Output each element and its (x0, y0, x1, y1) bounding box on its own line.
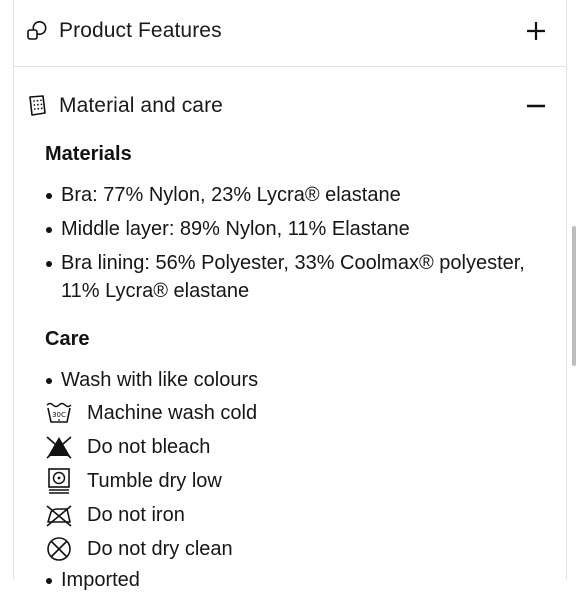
care-instruction-text: Do not iron (87, 504, 185, 526)
list-item: Imported (45, 566, 535, 594)
accordion-product-features[interactable]: Product Features (13, 0, 566, 62)
tumble-dry-low-icon (48, 468, 70, 494)
list-item: Wash with like colours (45, 366, 535, 394)
plus-icon[interactable] (524, 19, 548, 43)
list-item: Bra: 77% Nylon, 23% Lycra® elastane (45, 181, 535, 209)
list-item: Bra lining: 56% Polyester, 33% Coolmax® … (45, 249, 535, 305)
materials-heading: Materials (45, 143, 132, 165)
wash-temperature: 30C (52, 411, 66, 419)
do-not-iron-icon (46, 505, 72, 527)
machine-wash-cold-icon: 30C (46, 402, 72, 423)
shapes-icon (27, 21, 47, 40)
do-not-dry-clean-icon (47, 537, 71, 561)
do-not-bleach-icon (46, 436, 72, 459)
minus-icon[interactable] (524, 94, 548, 118)
accordion-material-and-care[interactable]: Material and care (13, 74, 566, 138)
accordion-divider (13, 66, 566, 67)
panel-right-border (566, 0, 567, 580)
accordion-title: Product Features (59, 19, 222, 42)
list-item: Middle layer: 89% Nylon, 11% Elastane (45, 215, 535, 243)
care-instruction-text: Tumble dry low (87, 470, 222, 492)
materials-list: Bra: 77% Nylon, 23% Lycra® elastane Midd… (45, 181, 535, 311)
accordion-title: Material and care (59, 94, 223, 117)
care-instruction-text: Machine wash cold (87, 402, 258, 424)
care-instruction-text: Do not dry clean (87, 538, 233, 560)
care-instruction-text: Do not bleach (87, 436, 211, 458)
care-list-continued: Imported (45, 566, 535, 600)
scrollbar-thumb[interactable] (572, 226, 576, 366)
care-list: Wash with like colours (45, 366, 535, 400)
fabric-tag-icon (29, 95, 46, 116)
care-heading: Care (45, 328, 90, 350)
